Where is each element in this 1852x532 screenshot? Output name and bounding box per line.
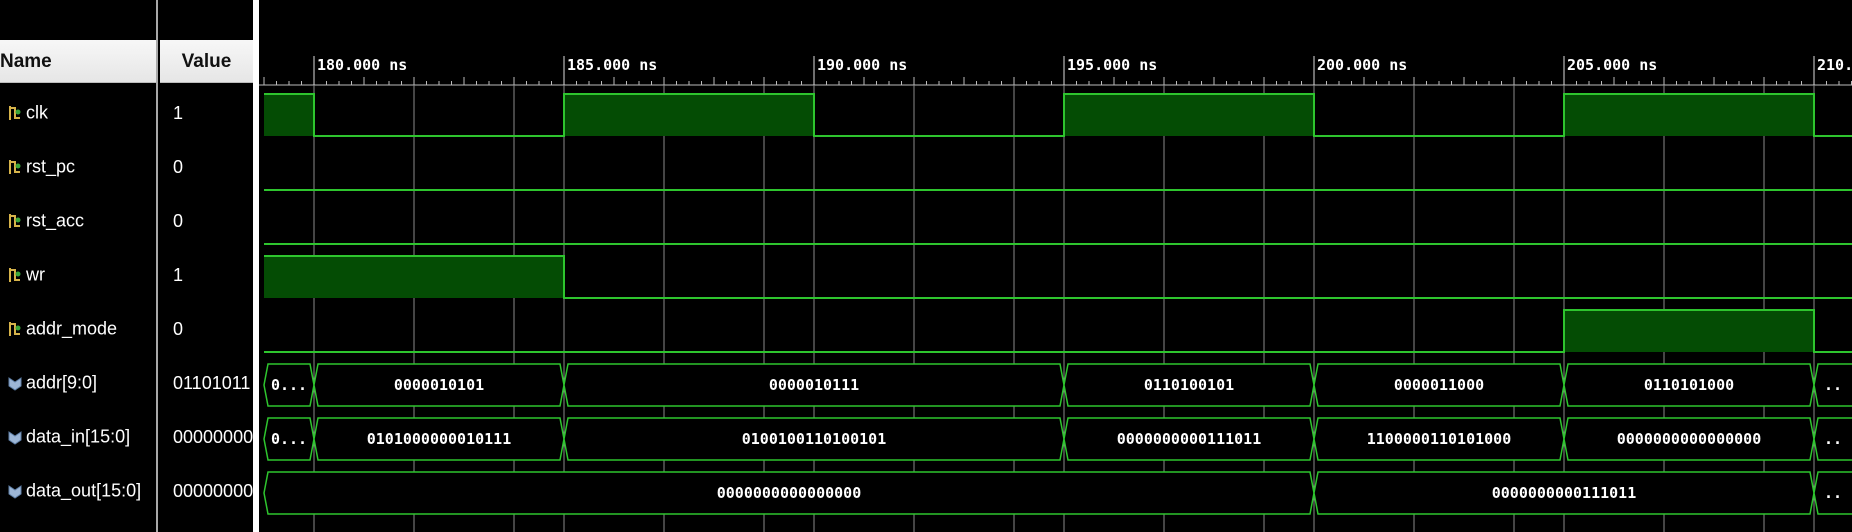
signal-name: rst_acc xyxy=(26,210,85,231)
bus-value-label: .. xyxy=(1824,484,1842,502)
signal-value: 01101011 xyxy=(173,373,251,393)
bus-value-label: 0100100110100101 xyxy=(742,430,887,448)
bus-value-label: 1100000110101000 xyxy=(1367,430,1512,448)
signal-row-rst-pc[interactable]: rst_pc xyxy=(0,140,156,194)
signal-value: 00000000 xyxy=(173,427,253,447)
waveform-viewer[interactable]: 180.000 ns 185.000 ns 190.000 ns 195.000 ns… xyxy=(259,0,1852,532)
bus-value-label: 0... xyxy=(271,430,307,448)
time-tick-label: 190.000 ns xyxy=(817,56,907,74)
bus-value-label: 0000000000111011 xyxy=(1117,430,1262,448)
bus-value-label: 0... xyxy=(271,376,307,394)
bus-value-label: 0000010111 xyxy=(769,376,859,394)
bus-value-label: .. xyxy=(1824,430,1842,448)
value-column-header[interactable]: Value xyxy=(160,40,253,83)
bus-value-label: 0000011000 xyxy=(1394,376,1484,394)
signal-high-fill xyxy=(1564,94,1814,136)
bus-value-label: 0000000000000000 xyxy=(717,484,862,502)
bit-signal-icon xyxy=(9,322,21,336)
signal-name: data_in[15:0] xyxy=(26,426,131,447)
signal-name: addr_mode xyxy=(26,318,118,339)
time-tick-label: 180.000 ns xyxy=(317,56,407,74)
bus-value-label: 0101000000010111 xyxy=(367,430,512,448)
bus-signal-icon xyxy=(8,485,22,499)
signal-row-addr-mode[interactable]: addr_mode xyxy=(0,302,156,356)
bus-value-label: .. xyxy=(1824,376,1842,394)
signal-value: 0 xyxy=(173,211,184,231)
bus-value-label: 0000000000000000 xyxy=(1617,430,1762,448)
bus-signal-icon xyxy=(8,377,22,391)
signal-name: rst_pc xyxy=(26,156,76,177)
bus-signal-icon xyxy=(8,431,22,445)
signal-row-data-out[interactable]: data_out[15:0] xyxy=(0,464,156,518)
time-tick-label: 185.000 ns xyxy=(567,56,657,74)
bus-value-label: 0110100101 xyxy=(1144,376,1234,394)
signal-high-fill xyxy=(564,94,814,136)
waveform-canvas[interactable]: 180.000 ns 185.000 ns 190.000 ns 195.000 ns… xyxy=(259,0,1852,532)
time-tick-label: 210. xyxy=(1817,56,1852,74)
signal-value: 00000000 xyxy=(173,481,253,501)
time-tick-label: 195.000 ns xyxy=(1067,56,1157,74)
signal-row-clk[interactable]: clk xyxy=(0,86,156,140)
signal-row-wr[interactable]: wr xyxy=(0,248,156,302)
bit-signal-icon xyxy=(9,214,21,228)
time-tick-label: 200.000 ns xyxy=(1317,56,1407,74)
signal-row-data-in[interactable]: data_in[15:0] xyxy=(0,410,156,464)
signal-name: wr xyxy=(26,264,45,285)
bit-signal-icon xyxy=(9,160,21,174)
bit-signal-icon xyxy=(9,268,21,282)
bus-value-label: 0000010101 xyxy=(394,376,484,394)
time-tick-label: 205.000 ns xyxy=(1567,56,1657,74)
signal-high-fill xyxy=(264,94,314,136)
signal-value: 1 xyxy=(173,103,184,123)
signal-row-rst-acc[interactable]: rst_acc xyxy=(0,194,156,248)
bus-value-label: 0000000000111011 xyxy=(1492,484,1637,502)
signal-row-addr[interactable]: addr[9:0] xyxy=(0,356,156,410)
bus-value-label: 0110101000 xyxy=(1644,376,1734,394)
signal-value: 0 xyxy=(173,157,184,177)
signal-name: addr[9:0] xyxy=(26,372,98,393)
signal-value: 1 xyxy=(173,265,184,285)
signal-high-fill xyxy=(264,256,564,298)
signal-name: data_out[15:0] xyxy=(26,480,142,501)
bit-signal-icon xyxy=(9,106,21,120)
name-column-header[interactable]: Name xyxy=(0,40,156,83)
signal-high-fill xyxy=(1564,310,1814,352)
signal-high-fill xyxy=(1064,94,1314,136)
signal-value: 0 xyxy=(173,319,184,339)
signal-name: clk xyxy=(26,102,48,123)
